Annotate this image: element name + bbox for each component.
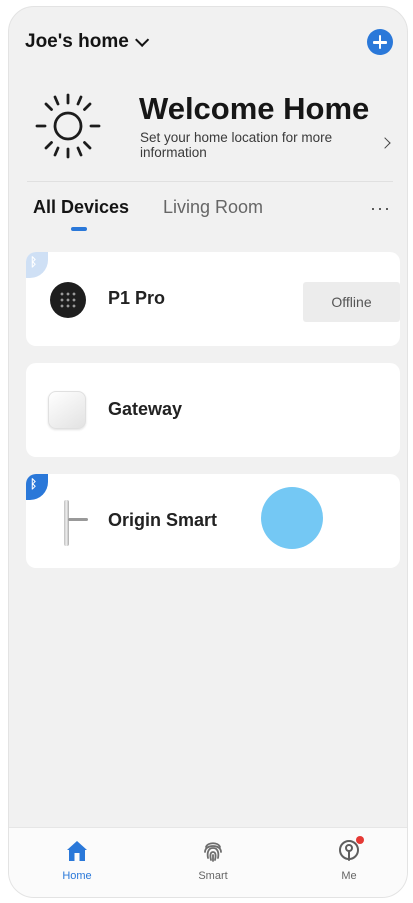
- device-name: P1 Pro: [108, 288, 166, 308]
- home-switcher[interactable]: Joe's home: [25, 31, 149, 53]
- divider: [27, 181, 393, 182]
- top-bar: Joe's home: [25, 27, 393, 57]
- chevron-right-icon: [379, 137, 391, 149]
- chevron-down-icon: [134, 32, 149, 47]
- add-device-button[interactable]: [367, 29, 393, 55]
- notification-dot: [356, 836, 364, 844]
- nav-me[interactable]: Me: [309, 828, 389, 882]
- bottom-navigation: Home Smart Me: [9, 827, 407, 897]
- nav-home[interactable]: Home: [37, 828, 117, 882]
- device-name: Origin Smart: [108, 510, 218, 530]
- fingerprint-icon: [204, 842, 222, 862]
- more-options-button[interactable]: ···: [370, 199, 391, 217]
- welcome-banner[interactable]: Welcome Home Set your home location for …: [29, 85, 393, 173]
- welcome-subtitle: Set your home location for more informat…: [140, 130, 333, 160]
- gateway-icon: [48, 391, 86, 429]
- nav-me-label: Me: [341, 870, 357, 882]
- bluetooth-icon: ᛒ: [30, 477, 38, 491]
- bluetooth-icon: ᛒ: [30, 255, 38, 269]
- device-name: Gateway: [108, 399, 183, 419]
- tab-living-room[interactable]: Living Room: [163, 197, 263, 218]
- home-name: Joe's home: [25, 31, 129, 52]
- nav-smart[interactable]: Smart: [173, 828, 253, 882]
- bluetooth-badge: ᛒ: [26, 474, 48, 500]
- device-card-origin-smart[interactable]: ᛒ Origin Smart: [26, 474, 400, 568]
- device-card-gateway[interactable]: Gateway: [26, 363, 400, 457]
- nav-home-label: Home: [62, 870, 92, 882]
- app-screen: Joe's home Welcome Home Set your home lo…: [8, 6, 408, 898]
- tab-all-devices[interactable]: All Devices: [33, 197, 129, 218]
- keypad-lock-icon: [50, 282, 86, 318]
- room-tabs: All Devices Living Room ···: [33, 197, 393, 241]
- door-handle-lock-icon: [60, 500, 88, 546]
- home-icon: [67, 841, 87, 861]
- active-tab-indicator: [71, 227, 87, 231]
- nav-smart-label: Smart: [198, 870, 228, 882]
- touch-indicator: [261, 487, 323, 549]
- welcome-title: Welcome Home: [139, 91, 370, 126]
- device-card-p1-pro[interactable]: ᛒ P1 Pro Offline: [26, 252, 400, 346]
- offline-status-button[interactable]: Offline: [303, 282, 400, 322]
- bluetooth-badge: ᛒ: [26, 252, 48, 278]
- sun-icon: [35, 93, 101, 159]
